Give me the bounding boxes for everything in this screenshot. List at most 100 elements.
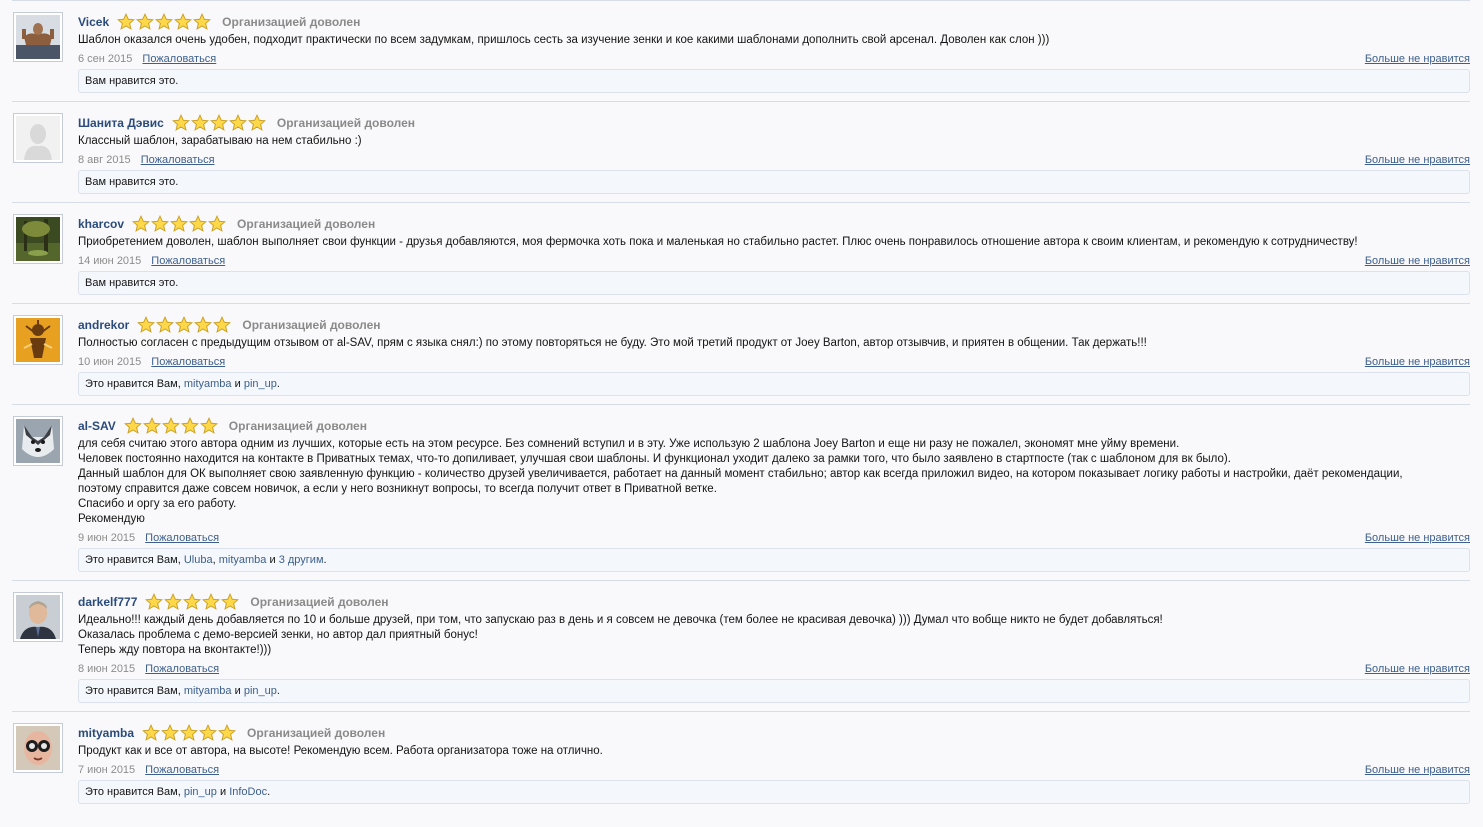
likes-suffix: . (276, 378, 280, 390)
unlike-link[interactable]: Больше не нравится (1365, 153, 1470, 167)
review-line: Шаблон оказался очень удобен, подходит п… (78, 34, 1050, 46)
review-line: Рекомендую (78, 513, 145, 525)
avatar[interactable] (13, 113, 63, 163)
likes-suffix: . (267, 786, 271, 798)
star-icon (161, 724, 180, 741)
star-icon (174, 13, 193, 30)
likes-bar: Это нравится Вам, mityamba и pin_up. (78, 372, 1470, 396)
star-icon (202, 593, 221, 610)
review-list: Vicek Организацией доволен Шаблон оказался… (0, 0, 1483, 812)
unlike-link[interactable]: Больше не нравится (1365, 355, 1470, 369)
review-item: andrekor Организацией доволен Полностью со… (12, 303, 1470, 404)
review-line: Идеально!!! каждый день добавляется по 1… (78, 614, 1163, 626)
rating-text: Организацией доволен (222, 15, 361, 29)
report-link[interactable]: Пожаловаться (151, 255, 225, 267)
liker-link[interactable]: InfoDoc (229, 786, 267, 798)
rating-text: Организацией доволен (242, 318, 381, 332)
username-link[interactable]: darkelf777 (78, 595, 137, 609)
likes-prefix: Вам нравится это. (85, 277, 179, 289)
likes-prefix: Это нравится Вам, (85, 786, 181, 798)
unlike-link[interactable]: Больше не нравится (1365, 52, 1470, 66)
liker-link[interactable]: mityamba (219, 554, 267, 566)
review-line: Данный шаблон для ОК выполняет свою заяв… (78, 468, 1403, 480)
star-icon (208, 215, 227, 232)
likes-prefix: Вам нравится это. (85, 75, 179, 87)
avatar-image (16, 595, 60, 639)
star-icon (180, 417, 199, 434)
star-icon (189, 215, 208, 232)
report-link[interactable]: Пожаловаться (145, 663, 219, 675)
review-date: 8 июн 2015 (78, 663, 136, 675)
liker-link[interactable]: pin_up (184, 786, 217, 798)
star-icon (209, 114, 228, 131)
star-icon (194, 316, 213, 333)
username-link[interactable]: Vicek (78, 15, 109, 29)
avatar[interactable] (13, 723, 63, 773)
star-icon (145, 593, 164, 610)
meta-left: 14 июн 2015 Пожаловаться (78, 254, 225, 268)
avatar-image (16, 15, 60, 59)
avatar[interactable] (13, 315, 63, 365)
username-link[interactable]: kharcov (78, 217, 124, 231)
avatar-image (16, 318, 60, 362)
review-date: 10 июн 2015 (78, 356, 142, 368)
report-link[interactable]: Пожаловаться (142, 53, 216, 65)
review-line: Полностью согласен с предыдущим отзывом … (78, 337, 1147, 349)
report-link[interactable]: Пожаловаться (145, 532, 219, 544)
rating-text: Организацией доволен (276, 116, 416, 130)
review-meta: 8 авг 2015 Пожаловаться Больше не нравится (78, 153, 1470, 167)
unlike-link[interactable]: Больше не нравится (1365, 531, 1470, 545)
unlike-link[interactable]: Больше не нравится (1365, 662, 1470, 676)
star-icon (199, 724, 218, 741)
review-line: Продукт как и все от автора, на высоте! … (78, 745, 603, 757)
review-line: Спасибо и оргу за его работу. (78, 498, 237, 510)
unlike-link[interactable]: Больше не нравится (1365, 254, 1470, 268)
likes-bar: Вам нравится это. (78, 170, 1470, 194)
star-icon (170, 215, 189, 232)
avatar[interactable] (13, 592, 63, 642)
username-link[interactable]: Шанита Дэвис (78, 116, 164, 130)
more-likers-link[interactable]: 3 другим (279, 554, 324, 566)
star-icon (193, 13, 212, 30)
star-icon (228, 114, 247, 131)
liker-link[interactable]: mityamba (184, 378, 232, 390)
review-line: Оказалась проблема с демо-версией зенки,… (78, 629, 478, 641)
star-icon (155, 13, 174, 30)
review-meta: 9 июн 2015 Пожаловаться Больше не нравится (78, 531, 1470, 545)
review-item: darkelf777 Организацией доволен Идеально!!… (12, 580, 1470, 711)
username-link[interactable]: andrekor (78, 318, 129, 332)
and-word: и (219, 786, 227, 798)
meta-left: 10 июн 2015 Пожаловаться (78, 355, 225, 369)
star-icon (123, 417, 142, 434)
likes-bar: Это нравится Вам, mityamba и pin_up. (78, 679, 1470, 703)
username-link[interactable]: mityamba (78, 726, 134, 740)
star-icon (142, 417, 161, 434)
review-date: 8 авг 2015 (78, 154, 131, 166)
star-icon (117, 13, 136, 30)
report-link[interactable]: Пожаловаться (141, 154, 215, 166)
report-link[interactable]: Пожаловаться (145, 764, 219, 776)
username-link[interactable]: al-SAV (78, 419, 116, 433)
review-item: Шанита Дэвис Организацией доволен Классный… (12, 101, 1470, 202)
review-line: Классный шаблон, зарабатываю на нем стаб… (78, 135, 362, 147)
avatar[interactable] (13, 416, 63, 466)
review-text: Приобретением доволен, шаблон выполняет … (78, 235, 1470, 250)
meta-left: 7 июн 2015 Пожаловаться (78, 763, 219, 777)
liker-link[interactable]: Uluba (184, 554, 213, 566)
review-line: Приобретением доволен, шаблон выполняет … (78, 236, 1358, 248)
likes-bar: Вам нравится это. (78, 271, 1470, 295)
star-icon (199, 417, 218, 434)
avatar[interactable] (13, 214, 63, 264)
tribal-art-avatar-icon (16, 318, 60, 362)
unlike-link[interactable]: Больше не нравится (1365, 763, 1470, 777)
review-item: Vicek Организацией доволен Шаблон оказался… (12, 0, 1470, 101)
liker-link[interactable]: mityamba (184, 685, 232, 697)
avatar-image (16, 116, 60, 160)
review-line: для себя считаю этого автора одним из лу… (78, 438, 1180, 450)
avatar[interactable] (13, 12, 63, 62)
liker-link[interactable]: pin_up (244, 685, 277, 697)
liker-link[interactable]: pin_up (244, 378, 277, 390)
report-link[interactable]: Пожаловаться (151, 356, 225, 368)
star-icon (132, 215, 151, 232)
review-header: darkelf777 Организацией доволен (78, 592, 1470, 612)
